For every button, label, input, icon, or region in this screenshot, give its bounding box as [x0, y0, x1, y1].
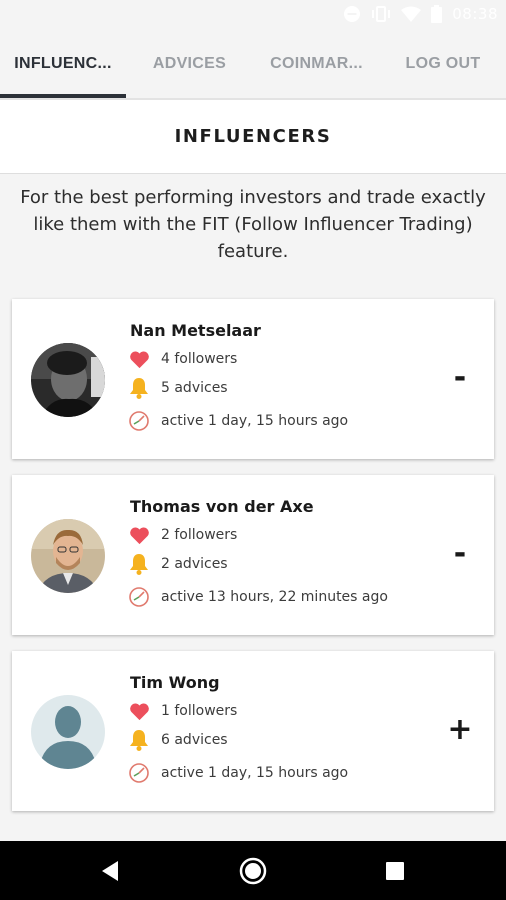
vibrate-icon	[371, 5, 391, 23]
followers-count: 1 followers	[161, 703, 238, 719]
page-title: INFLUENCERS	[174, 126, 332, 147]
advices-count: 2 advices	[161, 556, 228, 572]
bell-icon	[128, 729, 150, 751]
minus-circle-icon	[343, 5, 361, 23]
last-active: active 1 day, 15 hours ago	[161, 413, 349, 429]
tab-influencers[interactable]: INFLUENC...	[0, 30, 126, 98]
clock-icon	[128, 410, 150, 432]
advices-row: 6 advices	[128, 729, 228, 751]
avatar	[31, 343, 105, 417]
advices-count: 6 advices	[161, 732, 228, 748]
influencer-card[interactable]: Thomas von der Axe 2 followers 2 advices…	[12, 475, 494, 635]
tab-advices[interactable]: ADVICES	[126, 30, 253, 98]
status-icons: 08:38	[343, 5, 498, 23]
unfollow-button[interactable]: -	[444, 359, 476, 395]
activity-row: active 1 day, 15 hours ago	[128, 762, 348, 784]
avatar	[31, 695, 105, 769]
advices-row: 2 advices	[128, 553, 228, 575]
bell-icon	[128, 553, 150, 575]
influencer-card[interactable]: Nan Metselaar 4 followers 5 advices acti…	[12, 299, 494, 459]
intro-text: For the best performing investors and tr…	[20, 187, 486, 262]
home-icon[interactable]	[235, 853, 271, 889]
status-time: 08:38	[452, 5, 498, 23]
activity-row: active 1 day, 15 hours ago	[128, 410, 348, 432]
influencer-name[interactable]: Thomas von der Axe	[130, 497, 314, 516]
followers-count: 2 followers	[161, 527, 238, 543]
followers-count: 4 followers	[161, 351, 238, 367]
back-icon[interactable]	[92, 853, 128, 889]
wifi-icon	[401, 6, 422, 22]
followers-row: 2 followers	[128, 524, 237, 546]
advices-count: 5 advices	[161, 380, 228, 396]
follow-button[interactable]: +	[444, 711, 476, 747]
status-bar: 08:38	[0, 0, 506, 30]
activity-row: active 13 hours, 22 minutes ago	[128, 586, 388, 608]
followers-row: 1 followers	[128, 700, 237, 722]
bell-icon	[128, 377, 150, 399]
tab-bar: INFLUENC... ADVICES COINMAR... LOG OUT	[0, 30, 506, 98]
influencer-card[interactable]: Tim Wong 1 followers 6 advices active 1 …	[12, 651, 494, 811]
last-active: active 1 day, 15 hours ago	[161, 765, 349, 781]
last-active: active 13 hours, 22 minutes ago	[161, 589, 388, 605]
influencer-name[interactable]: Nan Metselaar	[130, 321, 261, 340]
page-header: INFLUENCERS	[0, 100, 506, 174]
recents-icon[interactable]	[377, 853, 413, 889]
advices-row: 5 advices	[128, 377, 228, 399]
heart-icon	[128, 524, 150, 546]
avatar	[31, 519, 105, 593]
heart-icon	[128, 348, 150, 370]
influencer-name[interactable]: Tim Wong	[130, 673, 220, 692]
clock-icon	[128, 762, 150, 784]
clock-icon	[128, 586, 150, 608]
unfollow-button[interactable]: -	[444, 535, 476, 571]
system-nav-bar	[0, 841, 506, 900]
heart-icon	[128, 700, 150, 722]
tab-coinmarket[interactable]: COINMAR...	[253, 30, 380, 98]
followers-row: 4 followers	[128, 348, 237, 370]
battery-icon	[431, 5, 443, 23]
tab-log-out[interactable]: LOG OUT	[380, 30, 506, 98]
